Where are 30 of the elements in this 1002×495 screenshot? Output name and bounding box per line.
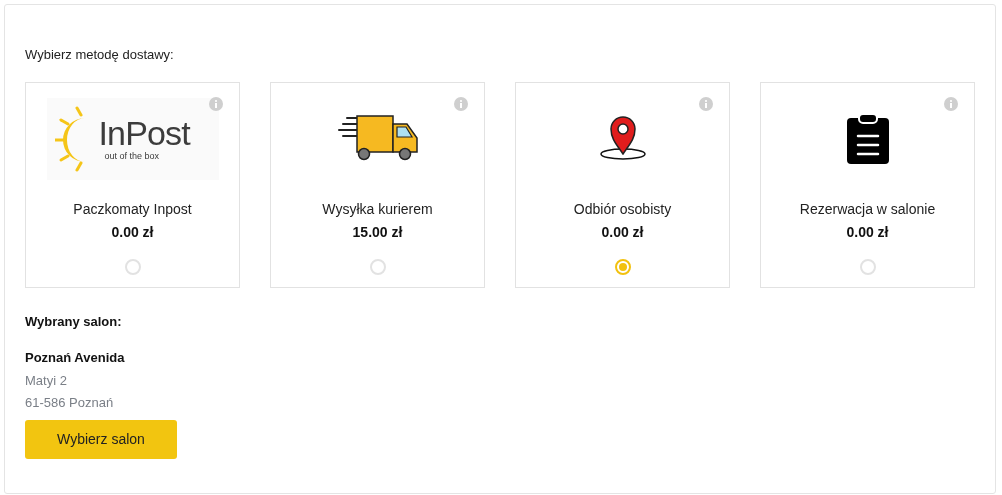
salon-street: Matyi 2 [25,371,68,390]
delivery-option-card[interactable]: Odbiór osobisty 0.00 zł [515,81,730,288]
delivery-option-card[interactable]: Wysyłka kurierem 15.00 zł [270,81,485,288]
option-name: Wysyłka kurierem [322,199,433,219]
section-heading: Wybierz metodę dostawy: [25,46,175,64]
salon-name: Poznań Avenida [25,349,126,367]
salon-city: 61-586 Poznań [25,394,115,412]
option-price: 0.00 zł [111,222,154,242]
choose-salon-button[interactable]: Wybierz salon [25,419,177,459]
radio-button[interactable] [859,258,876,275]
clipboard-icon [845,113,890,164]
radio-button[interactable] [614,258,631,275]
info-icon[interactable] [944,96,958,111]
option-name: Rezerwacja w salonie [799,199,936,219]
option-price: 15.00 zł [352,222,403,242]
logo-wordmark: InPost [98,116,190,150]
option-name: Paczkomaty Inpost [73,199,192,219]
delivery-option-card[interactable]: InPost out of the box Paczkomaty Inpost 0.00 zł [25,81,240,288]
location-pin-icon [598,114,647,163]
info-icon[interactable] [699,96,713,111]
option-price: 0.00 zł [846,222,889,242]
option-name: Odbiór osobisty [573,199,672,219]
info-icon[interactable] [209,96,223,111]
radio-button[interactable] [124,258,141,275]
selected-salon-label: Wybrany salon: [25,312,123,331]
radio-button[interactable] [369,258,386,275]
logo-tagline: out of the box [104,152,161,161]
option-price: 0.00 zł [601,222,644,242]
delivery-option-card[interactable]: Rezerwacja w salonie 0.00 zł [760,81,975,288]
info-icon[interactable] [454,96,468,111]
